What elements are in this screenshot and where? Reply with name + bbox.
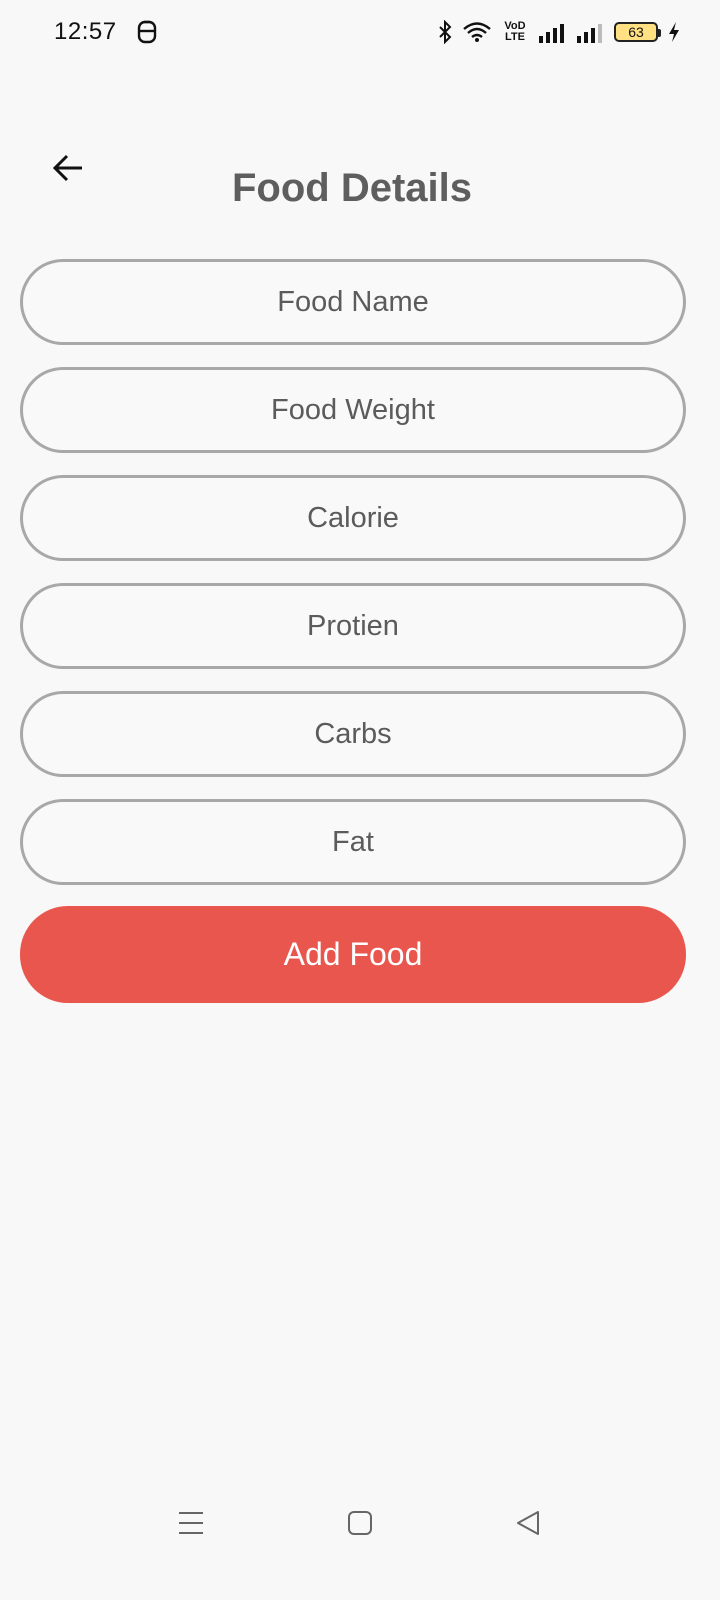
back-triangle-icon [515,1510,541,1541]
calorie-field[interactable] [20,475,686,561]
add-food-label: Add Food [283,936,423,972]
volte-bottom-label: LTE [505,31,525,43]
screen: 12:57 VoD LTE 63 Food Details Food Name … [0,0,720,1600]
signal-icon [538,21,566,43]
food-weight-field[interactable] [20,367,686,453]
notification-icon [136,20,158,44]
menu-icon [178,1511,204,1540]
calorie-input[interactable] [23,478,683,558]
protein-input[interactable] [23,586,683,666]
food-name-field[interactable] [20,259,686,345]
recent-apps-button[interactable] [171,1510,211,1540]
navigation-bar [0,1490,720,1560]
charging-icon [668,21,680,43]
volte-icon: VoD LTE [502,21,528,43]
food-name-input[interactable] [23,262,683,342]
status-bar: 12:57 VoD LTE 63 [0,0,720,64]
status-time: 12:57 [54,18,117,45]
fat-input[interactable] [23,802,683,882]
add-food-button[interactable]: Add Food [20,906,686,1003]
system-back-button[interactable] [508,1510,548,1540]
wifi-icon [462,21,492,43]
carbs-input[interactable] [23,694,683,774]
food-weight-input[interactable] [23,370,683,450]
status-icons: VoD LTE 63 [438,18,680,46]
protein-field[interactable] [20,583,686,669]
battery-icon: 63 [614,22,661,42]
fat-field[interactable] [20,799,686,885]
home-icon [347,1510,373,1541]
home-button[interactable] [340,1510,380,1540]
bluetooth-icon [438,20,452,44]
page-title: Food Details [231,166,473,210]
carbs-field[interactable] [20,691,686,777]
battery-level: 63 [628,24,644,40]
signal-icon [576,21,604,43]
